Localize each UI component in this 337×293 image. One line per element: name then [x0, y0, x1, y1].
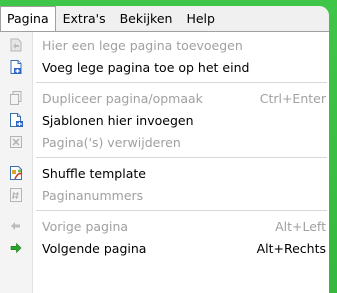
pagina-dropdown-menu: Hier een lege pagina toevoegen Voeg lege…: [0, 31, 329, 293]
menu-item-delete-pages[interactable]: Pagina('s) verwijderen: [0, 131, 329, 153]
menu-item-label: Vorige pagina: [42, 218, 129, 234]
insert-page-icon: [0, 34, 32, 56]
delete-page-icon: [0, 131, 32, 153]
menu-item-page-numbers[interactable]: Paginanummers: [0, 184, 329, 206]
append-page-icon: [0, 56, 32, 78]
menu-item-next-page[interactable]: Volgende pagina Alt+Rechts: [0, 237, 329, 259]
menu-bekijken[interactable]: Bekijken: [113, 6, 180, 31]
page-numbers-icon: [0, 184, 32, 206]
menu-item-insert-blank-page[interactable]: Hier een lege pagina toevoegen: [0, 34, 329, 56]
menu-item-shortcut: Alt+Rechts: [256, 240, 326, 256]
menu-item-label: Volgende pagina: [42, 240, 147, 256]
application-window: Pagina Extra's Bekijken Help Hier een le…: [0, 6, 329, 293]
shuffle-template-icon: [0, 162, 32, 184]
menu-item-duplicate-page[interactable]: Dupliceer pagina/opmaak Ctrl+Enter: [0, 87, 329, 109]
menu-item-label: Dupliceer pagina/opmaak: [42, 90, 203, 106]
duplicate-page-icon: [0, 87, 32, 109]
menu-item-label: Paginanummers: [42, 187, 144, 203]
menu-item-insert-templates[interactable]: Sjablonen hier invoegen: [0, 109, 329, 131]
menu-item-label: Shuffle template: [42, 165, 146, 181]
previous-arrow-icon: [0, 215, 32, 237]
menu-extras[interactable]: Extra's: [56, 6, 113, 31]
menu-item-label: Voeg lege pagina toe op het eind: [42, 59, 250, 75]
menu-item-previous-page[interactable]: Vorige pagina Alt+Left: [0, 215, 329, 237]
menu-item-label: Pagina('s) verwijderen: [42, 134, 181, 150]
menu-item-shortcut: Ctrl+Enter: [259, 90, 326, 106]
template-insert-icon: [0, 109, 32, 131]
menu-bar: Pagina Extra's Bekijken Help: [0, 6, 329, 31]
menu-pagina[interactable]: Pagina: [0, 6, 56, 31]
menu-separator: [0, 206, 329, 215]
menu-separator: [0, 78, 329, 87]
menu-item-shuffle-template[interactable]: Shuffle template: [0, 162, 329, 184]
menu-item-label: Hier een lege pagina toevoegen: [42, 37, 243, 53]
menu-item-append-blank-page[interactable]: Voeg lege pagina toe op het eind: [0, 56, 329, 78]
menu-separator: [0, 153, 329, 162]
next-arrow-icon: [0, 237, 32, 259]
menu-item-label: Sjablonen hier invoegen: [42, 112, 194, 128]
menu-help[interactable]: Help: [179, 6, 222, 31]
menu-item-shortcut: Alt+Left: [275, 218, 326, 234]
